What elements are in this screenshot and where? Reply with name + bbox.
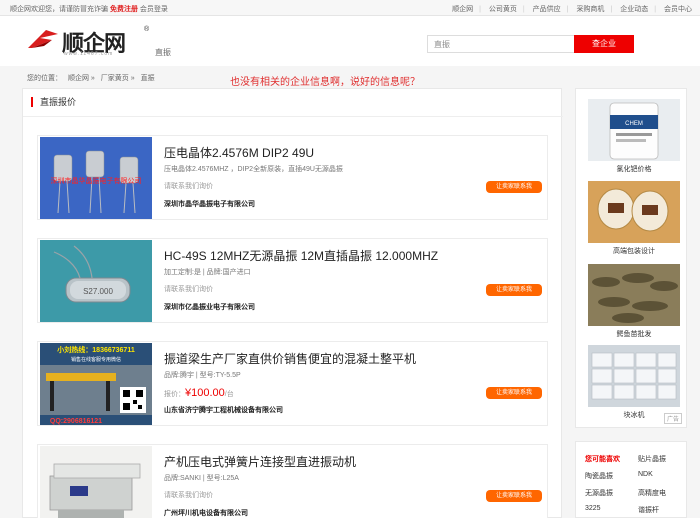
header: 顺企网 ® www.11467.com 直振 查企业 — [0, 16, 700, 66]
company-name[interactable]: 山东省济宁腾宇工程机械设备有限公司 — [164, 405, 283, 415]
ad-image[interactable] — [588, 345, 680, 407]
related-keyword-6[interactable]: 谐振杆 — [638, 505, 659, 515]
product-image[interactable]: 小刘热线：18366736711 销售在线客服专用微信 QQ:290681612… — [40, 343, 152, 425]
product-price: 请联系我们询价 — [164, 284, 213, 294]
product-card[interactable]: 产机压电式弹簧片连接型直进振动机 品牌:SANKI | 型号:L25A 请联系我… — [37, 444, 548, 518]
search-box — [427, 35, 575, 53]
toplink-purchase[interactable]: 采购商机 — [576, 6, 604, 13]
breadcrumb-sep: » — [130, 75, 135, 82]
search-button[interactable]: 查企业 — [574, 35, 634, 53]
registered-mark: ® — [144, 26, 150, 33]
product-title[interactable]: 振道梁生产厂家直供价销售便宜的混凝土整平机 — [164, 350, 416, 367]
top-bar: 顺企网欢迎您，请谨防冒充诈骗 免费注册 会员登录 顺企网 | 公司黄页 | 产品供应… — [0, 0, 700, 16]
price-label: 请联系我们询价 — [164, 492, 213, 499]
toplink-member[interactable]: 会员中心 — [664, 6, 692, 13]
logo-url: www.11467.com — [64, 51, 114, 57]
contact-seller-button[interactable]: 让卖家联系我 — [486, 181, 542, 193]
product-price: 请联系我们询价 — [164, 181, 213, 191]
related-keyword-4[interactable]: 高精度电 — [638, 488, 666, 498]
thumb-qq-text: QQ:2906816121 — [50, 418, 102, 425]
related-keyword-0[interactable]: 贴片晶振 — [638, 454, 666, 464]
product-list-panel: 直振报价 深圳市晶华晶振电子有限公司 压电晶体2.4576M DIP2 49U — [22, 88, 563, 518]
related-keyword-1[interactable]: 陶瓷晶振 — [585, 471, 613, 481]
product-image[interactable]: S27.000 — [40, 240, 152, 322]
related-keyword-2[interactable]: NDK — [638, 471, 653, 478]
ad-item[interactable]: CHEM 氯化钯价格 — [588, 99, 680, 174]
ad-item[interactable]: 高端包装设计 — [588, 181, 680, 256]
contact-seller-button[interactable]: 让卖家联系我 — [486, 387, 542, 399]
product-card[interactable]: 小刘热线：18366736711 销售在线客服专用微信 QQ:290681612… — [37, 341, 548, 426]
ad-image[interactable] — [588, 181, 680, 243]
ad-item[interactable]: 鳄鱼苗批发 — [588, 264, 680, 339]
price-label: 请联系我们询价 — [164, 183, 213, 190]
ad-image[interactable] — [588, 264, 680, 326]
ad-image[interactable]: CHEM — [588, 99, 680, 161]
ad-caption[interactable]: 高端包装设计 — [588, 246, 680, 256]
related-head: 您可能喜欢 — [585, 456, 620, 463]
ad-label-text: CHEM — [625, 121, 643, 127]
product-card[interactable]: S27.000 HC-49S 12MHZ无源晶振 12M直插晶振 12.000M… — [37, 238, 548, 323]
breadcrumb-yellowpages[interactable]: 厂家黄页 — [101, 75, 129, 82]
product-desc: 加工定制:是 | 品牌:国产进口 — [164, 269, 251, 276]
search-input[interactable] — [428, 36, 574, 52]
logo-swoosh-icon — [28, 30, 58, 48]
ad-item[interactable]: 块冰机 — [588, 345, 680, 420]
related-keywords: 您可能喜欢 贴片晶振 陶瓷晶振 NDK 无源晶振 高精度电 3225 谐振杆 — [575, 441, 687, 518]
ad-caption[interactable]: 氯化钯价格 — [588, 164, 680, 174]
price-label: 请联系我们询价 — [164, 286, 213, 293]
thumb-banner-text: 深圳市晶华晶振电子有限公司 — [51, 176, 142, 185]
product-price: 请联系我们询价 — [164, 490, 213, 500]
welcome-message: 顺企网欢迎您，请谨防冒充诈骗 — [10, 6, 108, 13]
related-keyword-3[interactable]: 无源晶振 — [585, 488, 613, 498]
top-links: 顺企网 | 公司黄页 | 产品供应 | 采购商机 | 企业动态 | 会员中心 — [452, 6, 692, 13]
toplink-yellowpages[interactable]: 公司黄页 — [489, 6, 517, 13]
product-desc: 品牌:SANKI | 型号:L25A — [164, 475, 239, 482]
welcome-text: 顺企网欢迎您，请谨防冒充诈骗 免费注册 会员登录 — [10, 4, 168, 14]
ad-caption[interactable]: 鳄鱼苗批发 — [588, 329, 680, 339]
product-price: 报价：¥100.00/台 — [164, 387, 234, 399]
product-image[interactable] — [40, 446, 152, 518]
product-card[interactable]: 深圳市晶华晶振电子有限公司 压电晶体2.4576M DIP2 49U 压电晶体2… — [37, 135, 548, 220]
company-name[interactable]: 广州坪川机电设备有限公司 — [164, 508, 248, 518]
section-divider — [23, 116, 563, 117]
breadcrumb: 您的位置： 顺企网 » 厂家黄页 » 直振 — [27, 73, 159, 83]
thumb-subtitle-text: 销售在线客服专用微信 — [71, 356, 121, 363]
breadcrumb-home[interactable]: 顺企网 — [68, 75, 89, 82]
contact-seller-button[interactable]: 让卖家联系我 — [486, 490, 542, 502]
product-title[interactable]: 产机压电式弹簧片连接型直进振动机 — [164, 453, 356, 470]
toplink-supply[interactable]: 产品供应 — [533, 6, 561, 13]
product-title[interactable]: HC-49S 12MHZ无源晶振 12M直插晶振 12.000MHZ — [164, 247, 438, 264]
toplink-home[interactable]: 顺企网 — [452, 6, 473, 13]
related-keyword-5[interactable]: 3225 — [585, 505, 601, 512]
price-amount: ¥100.00 — [185, 387, 225, 399]
breadcrumb-current: 直振 — [140, 75, 155, 82]
breadcrumb-sep: » — [90, 75, 95, 82]
sidebar-ads: CHEM 氯化钯价格 高端包装设计 鳄鱼苗批发 块冰机 广告 — [575, 88, 687, 428]
price-unit: /台 — [224, 391, 234, 398]
product-title[interactable]: 压电晶体2.4576M DIP2 49U — [164, 144, 314, 161]
section-title: 直振报价 — [31, 97, 76, 107]
company-name[interactable]: 深圳市亿晶振业电子有限公司 — [164, 302, 255, 312]
product-image[interactable]: 深圳市晶华晶振电子有限公司 — [40, 137, 152, 219]
contact-seller-button[interactable]: 让卖家联系我 — [486, 284, 542, 296]
header-category: 直振 — [155, 48, 171, 57]
price-label: 报价： — [164, 391, 185, 398]
login-link[interactable]: 会员登录 — [140, 6, 168, 13]
site-logo[interactable]: 顺企网 ® www.11467.com — [26, 26, 156, 58]
breadcrumb-prefix: 您的位置： — [27, 75, 62, 82]
product-desc: 品牌:腾宇 | 型号:TY-5.5P — [164, 372, 241, 379]
thumb-label-text: S27.000 — [83, 287, 113, 296]
thumb-hotline-text: 小刘热线：18366736711 — [56, 345, 135, 354]
toplink-news[interactable]: 企业动态 — [620, 6, 648, 13]
company-name[interactable]: 深圳市晶华晶振电子有限公司 — [164, 199, 255, 209]
ad-tag-badge: 广告 — [663, 413, 682, 424]
register-link[interactable]: 免费注册 — [110, 6, 138, 13]
product-desc: 压电晶体2.4576MHZ ，DIP2全新原装，直插49U无源晶振 — [164, 166, 343, 173]
